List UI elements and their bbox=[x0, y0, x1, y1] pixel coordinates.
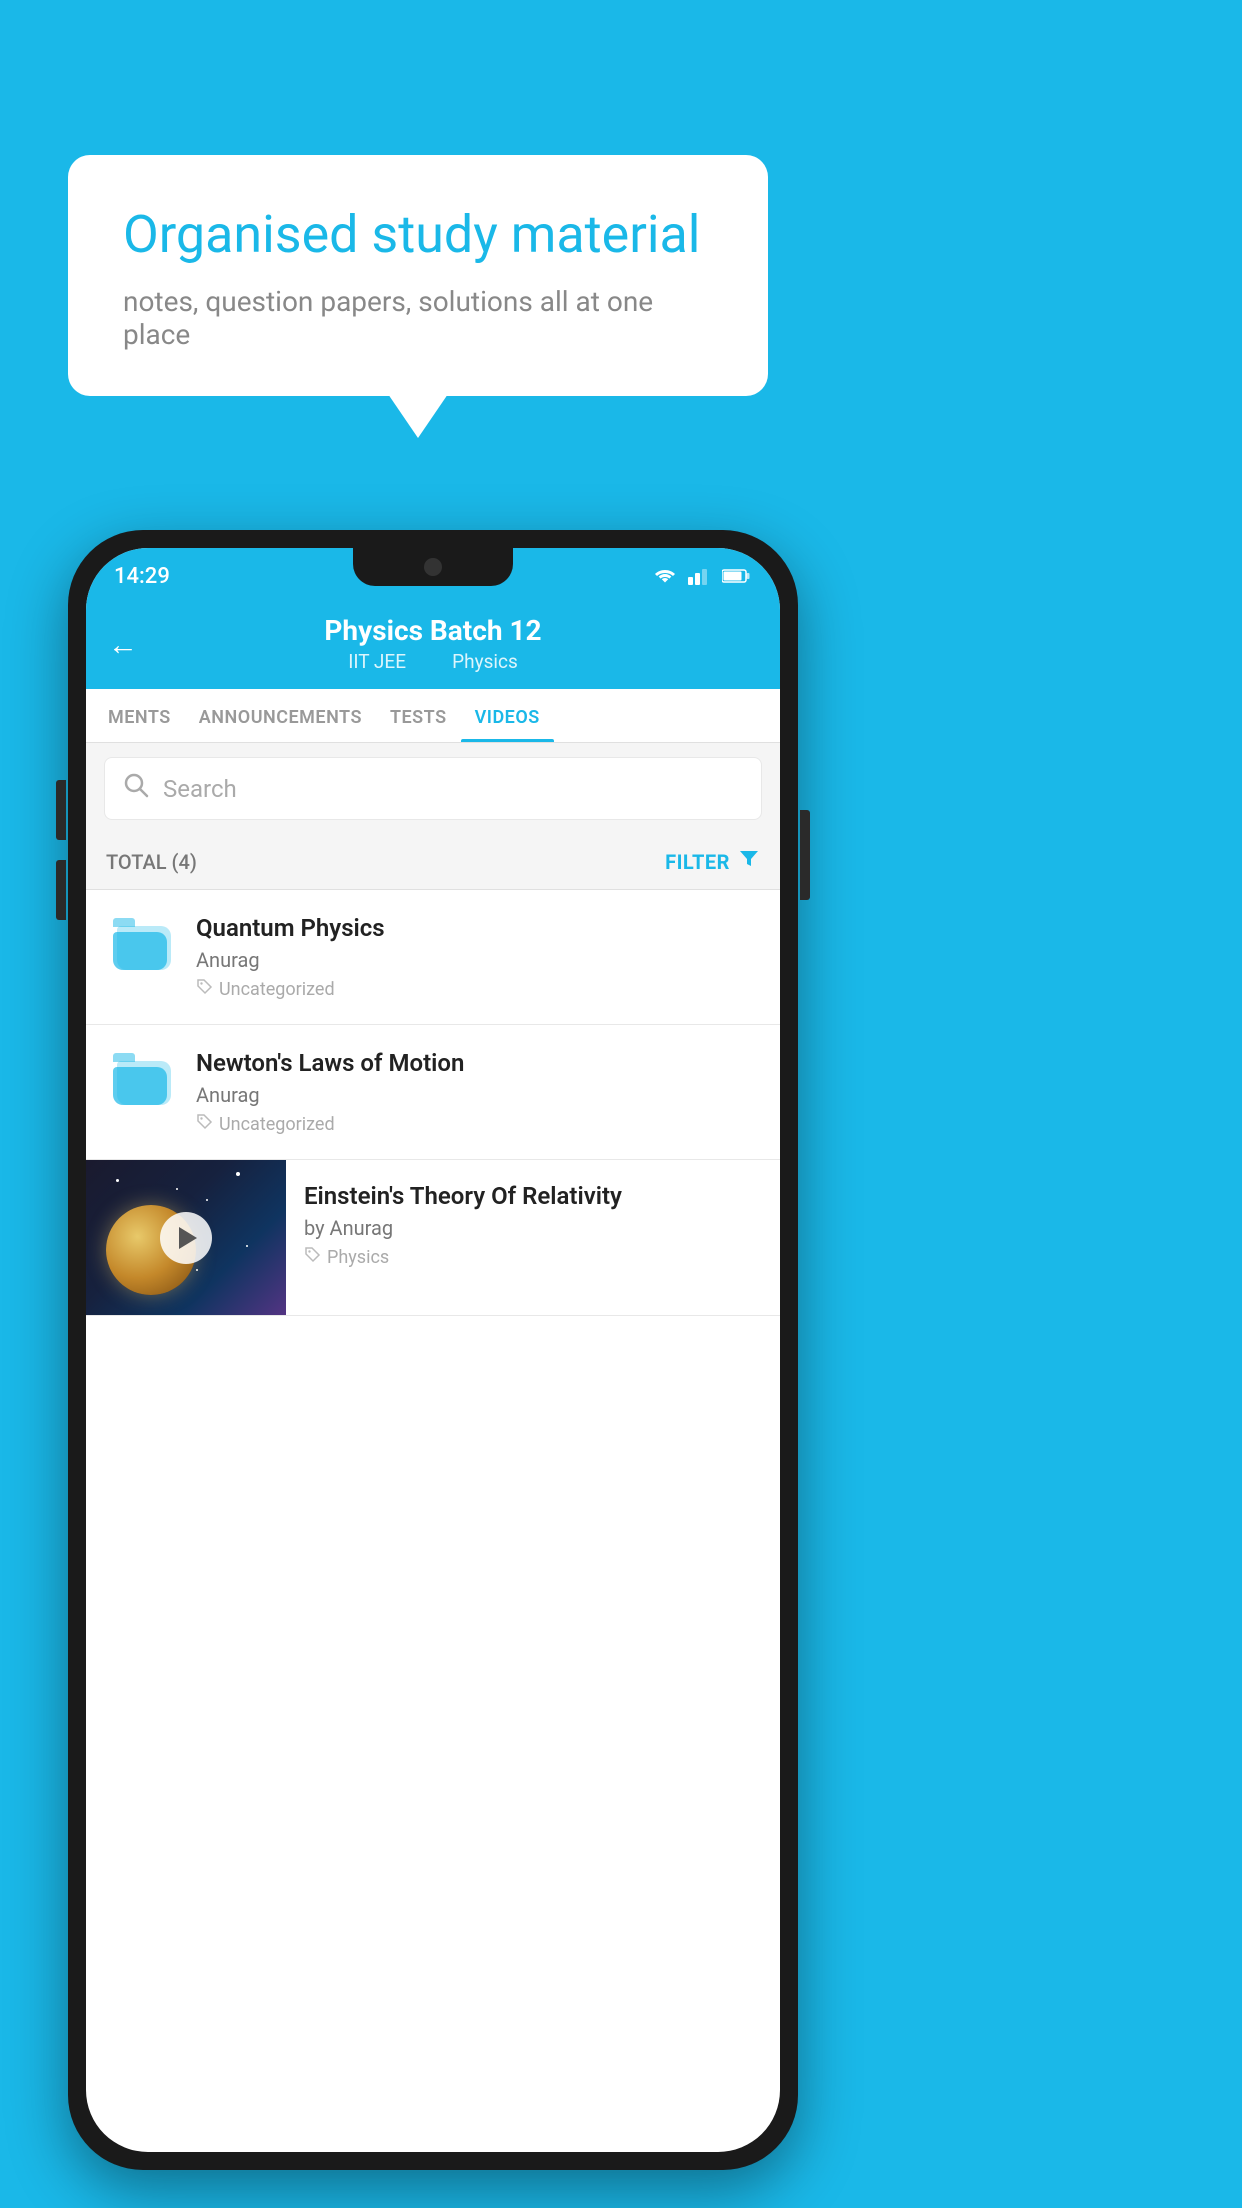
video-tag: Uncategorized bbox=[196, 978, 760, 1000]
tab-ments[interactable]: MENTS bbox=[94, 689, 185, 742]
video-info: Newton's Laws of Motion Anurag Uncategor… bbox=[196, 1049, 760, 1135]
tab-bar: MENTS ANNOUNCEMENTS TESTS VIDEOS bbox=[86, 689, 780, 743]
video-tag: Physics bbox=[304, 1246, 762, 1268]
tab-announcements[interactable]: ANNOUNCEMENTS bbox=[185, 689, 376, 742]
tag-icon bbox=[196, 978, 213, 1000]
folder-icon-container bbox=[106, 1049, 178, 1105]
filter-button[interactable]: FILTER bbox=[665, 848, 760, 875]
video-title: Newton's Laws of Motion bbox=[196, 1049, 760, 1077]
tab-tests[interactable]: TESTS bbox=[376, 689, 461, 742]
app-header: ← Physics Batch 12 IIT JEE Physics bbox=[86, 600, 780, 689]
signal-icon bbox=[688, 567, 712, 585]
tag-icon bbox=[196, 1113, 213, 1135]
speech-bubble: Organised study material notes, question… bbox=[68, 155, 768, 396]
header-subtitle-part2: Physics bbox=[452, 650, 518, 673]
video-info: Quantum Physics Anurag Uncategorized bbox=[196, 914, 760, 1000]
video-item[interactable]: Newton's Laws of Motion Anurag Uncategor… bbox=[86, 1025, 780, 1160]
volume-up-button bbox=[56, 780, 66, 840]
phone-screen: 14:29 bbox=[86, 548, 780, 2152]
folder-icon bbox=[113, 1053, 171, 1105]
thumbnail-info: Einstein's Theory Of Relativity by Anura… bbox=[286, 1160, 780, 1286]
filter-funnel-icon bbox=[738, 848, 760, 875]
wifi-icon bbox=[652, 566, 678, 586]
video-title: Quantum Physics bbox=[196, 914, 760, 942]
play-button[interactable] bbox=[160, 1212, 212, 1264]
video-item-thumbnail[interactable]: Einstein's Theory Of Relativity by Anura… bbox=[86, 1160, 780, 1316]
video-title: Einstein's Theory Of Relativity bbox=[304, 1182, 762, 1210]
video-tag: Uncategorized bbox=[196, 1113, 760, 1135]
speech-bubble-container: Organised study material notes, question… bbox=[68, 155, 768, 396]
front-camera bbox=[424, 558, 442, 576]
video-list: Quantum Physics Anurag Uncategorized bbox=[86, 890, 780, 1316]
speech-bubble-subtitle: notes, question papers, solutions all at… bbox=[123, 285, 713, 351]
total-count: TOTAL (4) bbox=[106, 850, 197, 874]
filter-label: FILTER bbox=[665, 850, 730, 874]
tag-icon bbox=[304, 1246, 321, 1268]
video-item[interactable]: Quantum Physics Anurag Uncategorized bbox=[86, 890, 780, 1025]
video-author: Anurag bbox=[196, 948, 760, 972]
status-time: 14:29 bbox=[114, 564, 170, 589]
power-button bbox=[800, 810, 810, 900]
header-subtitle-separator bbox=[427, 650, 436, 673]
video-author: Anurag bbox=[196, 1083, 760, 1107]
header-subtitle-part1: IIT JEE bbox=[348, 650, 406, 673]
tab-videos[interactable]: VIDEOS bbox=[461, 689, 554, 742]
search-bar-container: Search bbox=[86, 743, 780, 834]
search-input[interactable]: Search bbox=[163, 775, 237, 803]
status-icons bbox=[652, 566, 752, 586]
filter-bar: TOTAL (4) FILTER bbox=[86, 834, 780, 890]
header-subtitle: IIT JEE Physics bbox=[340, 650, 526, 673]
video-author: by Anurag bbox=[304, 1216, 762, 1240]
volume-down-button bbox=[56, 860, 66, 920]
folder-icon-container bbox=[106, 914, 178, 970]
video-thumbnail bbox=[86, 1160, 286, 1315]
search-bar[interactable]: Search bbox=[104, 757, 762, 820]
search-icon bbox=[123, 772, 149, 805]
back-button[interactable]: ← bbox=[108, 627, 138, 662]
header-title: Physics Batch 12 bbox=[324, 614, 541, 647]
folder-icon bbox=[113, 918, 171, 970]
phone-notch bbox=[353, 548, 513, 586]
battery-icon bbox=[722, 568, 752, 584]
phone-frame: 14:29 bbox=[68, 530, 798, 2170]
speech-bubble-title: Organised study material bbox=[123, 205, 713, 265]
play-triangle-icon bbox=[179, 1227, 197, 1249]
